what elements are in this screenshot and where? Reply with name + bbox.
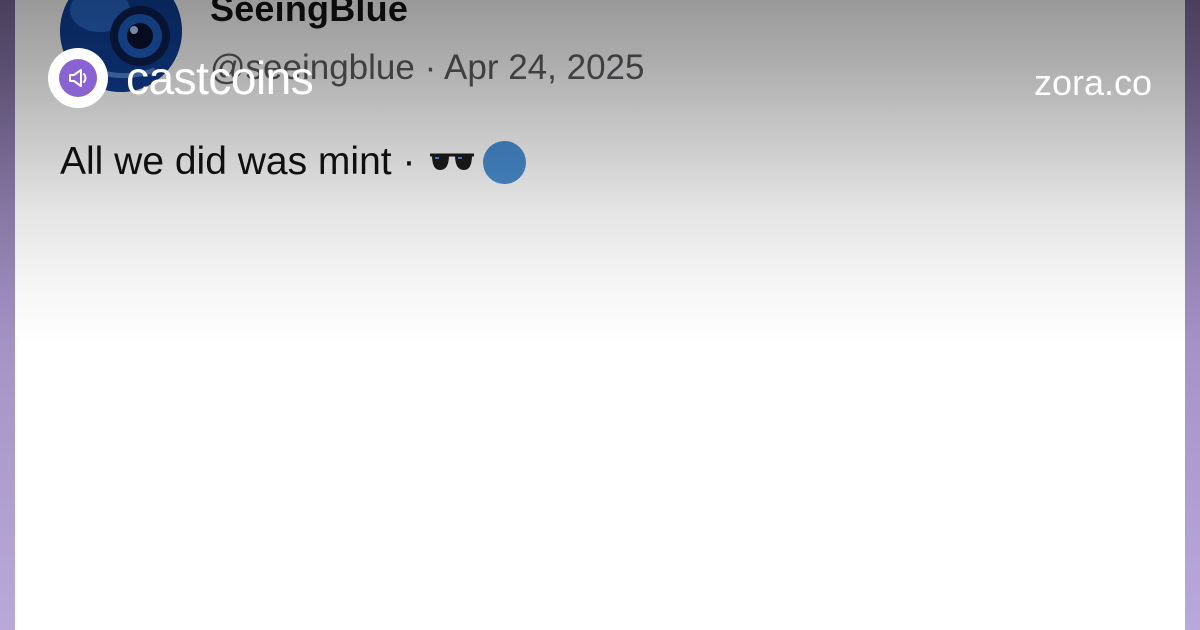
post-body: All we did was mint · [60, 140, 527, 184]
brand-logo-group[interactable]: castcoins [48, 48, 314, 108]
blue-circle-icon [483, 140, 527, 184]
sunglasses-icon [429, 140, 475, 184]
megaphone-icon [48, 48, 108, 108]
post-text: All we did was mint · [60, 140, 416, 183]
display-name[interactable]: SeeingBlue [210, 0, 408, 30]
post-date[interactable]: Apr 24, 2025 [444, 48, 644, 87]
site-name[interactable]: zora.co [1034, 62, 1152, 104]
brand-name: castcoins [126, 52, 314, 104]
meta-separator: · [424, 48, 437, 87]
